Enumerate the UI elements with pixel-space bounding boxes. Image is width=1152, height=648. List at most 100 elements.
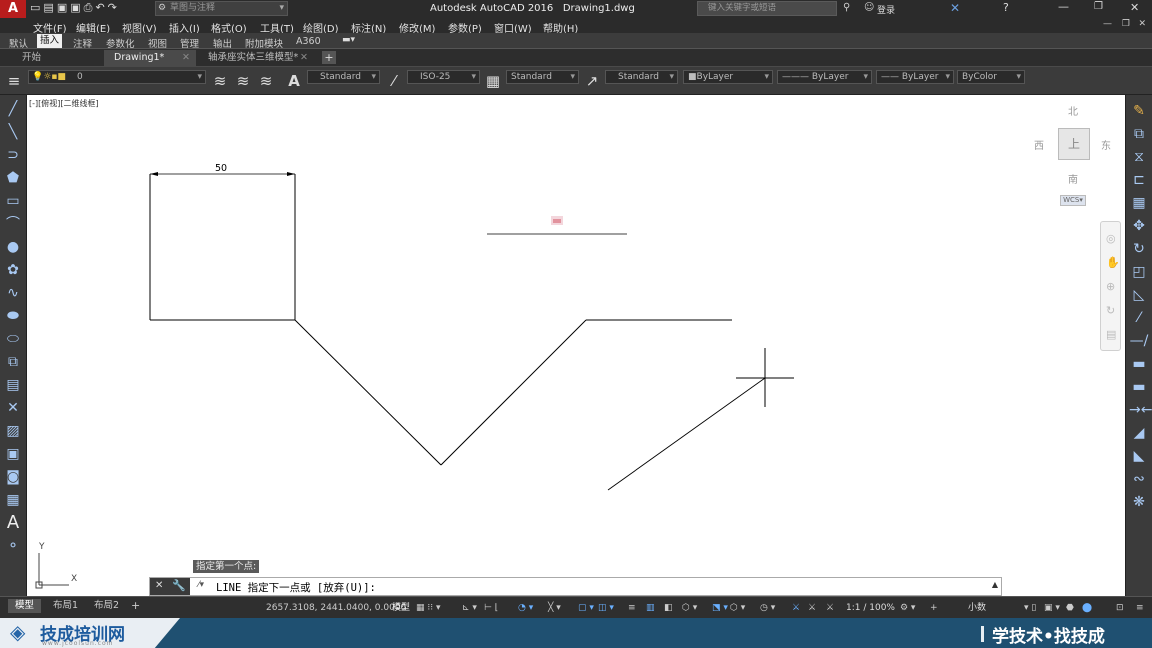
- ribbon-toggle-icon[interactable]: ▬▾: [342, 35, 355, 45]
- trim-icon[interactable]: ⁄: [1129, 308, 1149, 328]
- mleader-style-select[interactable]: Standard: [605, 70, 678, 84]
- drawing-canvas[interactable]: [-][俯视][二维线框] 50 Y X 北 西 东 南 上 WCS▾ ◎ ✋ …: [27, 95, 1125, 596]
- chamfer-icon[interactable]: ◢: [1129, 423, 1149, 443]
- point-icon[interactable]: ✕: [3, 398, 23, 418]
- text-style-select[interactable]: Standard: [307, 70, 380, 84]
- customization-icon[interactable]: ≡: [1136, 600, 1144, 616]
- zoom-extents-icon[interactable]: ⊕: [1106, 280, 1115, 293]
- new-icon[interactable]: ▭: [30, 1, 43, 14]
- saveas-icon[interactable]: ▣: [70, 1, 83, 14]
- linetype-select[interactable]: ——— ByLayer: [777, 70, 872, 84]
- command-line[interactable]: ✕ 🔧 ⁄▾ LINE 指定下一点或 [放弃(U)]: ▲: [149, 577, 1002, 596]
- doc-tab-drawing1[interactable]: Drawing1* ✕: [104, 50, 196, 66]
- offset-icon[interactable]: ⊏: [1129, 170, 1149, 190]
- lineweight-select[interactable]: —— ByLayer: [876, 70, 954, 84]
- coordinates-readout[interactable]: 2657.3108, 2441.0400, 0.0000: [266, 600, 406, 616]
- array-icon[interactable]: ▦: [1129, 193, 1149, 213]
- layer-match-icon[interactable]: ≋: [233, 70, 253, 92]
- help-icon[interactable]: ?: [1003, 1, 1009, 14]
- close-icon[interactable]: ✕: [155, 580, 163, 591]
- text-style-icon[interactable]: A: [284, 70, 304, 92]
- minimize-button[interactable]: —: [1058, 0, 1069, 13]
- construction-line-icon[interactable]: ╲: [3, 122, 23, 142]
- viewcube-south[interactable]: 南: [1068, 171, 1078, 186]
- gradient-icon[interactable]: ▣: [3, 444, 23, 464]
- tab-manage[interactable]: 管理: [180, 36, 199, 50]
- viewcube-east[interactable]: 东: [1101, 137, 1111, 152]
- close-icon[interactable]: ✕: [182, 50, 190, 66]
- join-icon[interactable]: →←: [1129, 400, 1152, 420]
- grid-icon[interactable]: ▦ ⁝⁝ ▾: [416, 600, 440, 616]
- copy-icon[interactable]: ⧉: [1129, 124, 1149, 144]
- customize-icon[interactable]: 🔧: [172, 579, 186, 592]
- isolate-objects-icon[interactable]: ⬣: [1066, 600, 1074, 616]
- tab-addins[interactable]: 附加模块: [245, 36, 283, 50]
- dim-style-icon[interactable]: ⁄: [384, 70, 404, 92]
- circle-icon[interactable]: ●: [3, 237, 23, 257]
- polygon-icon[interactable]: ⬟: [3, 168, 23, 188]
- auto-scale-icon[interactable]: ⚔: [808, 600, 816, 616]
- close-button[interactable]: ✕: [1130, 1, 1139, 14]
- annotation-monitor-icon[interactable]: +: [930, 600, 938, 616]
- clean-screen-icon[interactable]: ⊡: [1116, 600, 1124, 616]
- plotstyle-select[interactable]: ByColor: [957, 70, 1025, 84]
- tab-default[interactable]: 默认: [9, 36, 28, 50]
- annotation-scale-select[interactable]: 1:1 / 100%: [846, 600, 895, 616]
- binoculars-icon[interactable]: ⚲: [843, 2, 850, 13]
- lineweight-icon[interactable]: ≡: [628, 600, 636, 616]
- table-icon[interactable]: ▦: [3, 490, 23, 510]
- mirror-icon[interactable]: ⧖: [1129, 147, 1149, 167]
- layer-tools-icon[interactable]: ≋: [210, 70, 230, 92]
- line-icon[interactable]: ╱: [3, 99, 23, 119]
- erase-icon[interactable]: ✎: [1129, 101, 1149, 121]
- blend-curves-icon[interactable]: ∾: [1129, 469, 1149, 489]
- search-input[interactable]: 键入关键字或短语: [697, 1, 837, 16]
- app-menu-button[interactable]: A: [0, 0, 26, 18]
- annotation-visibility-icon[interactable]: ⚔: [792, 600, 800, 616]
- user-icon[interactable]: ☺: [864, 2, 874, 13]
- steering-wheel-icon[interactable]: ◎: [1106, 232, 1116, 245]
- move-icon[interactable]: ✥: [1129, 216, 1149, 236]
- workspace-switch-icon[interactable]: ⚙ ▾: [900, 600, 915, 616]
- tab-output[interactable]: 输出: [213, 36, 232, 50]
- gizmo-icon[interactable]: ◷ ▾: [760, 600, 775, 616]
- close-doc-button[interactable]: ✕: [1138, 19, 1146, 29]
- scale-icon[interactable]: ◰: [1129, 262, 1149, 282]
- units-select[interactable]: 小数: [968, 600, 986, 616]
- save-icon[interactable]: ▣: [57, 1, 70, 14]
- table-style-icon[interactable]: ▦: [483, 70, 503, 92]
- revision-cloud-icon[interactable]: ✿: [3, 260, 23, 280]
- tab-parametric[interactable]: 参数化: [106, 36, 135, 50]
- showmotion-icon[interactable]: ▤: [1106, 328, 1116, 341]
- command-history-toggle[interactable]: ▲: [992, 580, 998, 589]
- add-selected-icon[interactable]: ⚬: [3, 536, 23, 556]
- orbit-icon[interactable]: ↻: [1106, 304, 1115, 317]
- annotation-scale-icon[interactable]: ⚔: [826, 600, 834, 616]
- workspace-select[interactable]: ⚙ 草图与注释 ▾: [155, 1, 288, 16]
- make-block-icon[interactable]: ▤: [3, 375, 23, 395]
- tab-annotate[interactable]: 注释: [73, 36, 92, 50]
- selection-cycling-icon[interactable]: ◧: [664, 600, 673, 616]
- insert-block-icon[interactable]: ⧉: [3, 352, 23, 372]
- quick-properties-icon[interactable]: ▾ ▯: [1024, 600, 1036, 616]
- tab-view[interactable]: 视图: [148, 36, 167, 50]
- viewcube-top-face[interactable]: 上: [1058, 128, 1090, 160]
- layer-prev-icon[interactable]: ≋: [256, 70, 276, 92]
- pan-icon[interactable]: ✋: [1106, 256, 1120, 269]
- viewcube-west[interactable]: 西: [1034, 137, 1044, 152]
- layout-tab-2[interactable]: 布局2: [88, 599, 125, 613]
- ellipse-arc-icon[interactable]: ⬭: [3, 329, 23, 349]
- polyline-icon[interactable]: ⊃: [3, 145, 23, 165]
- undo-icon[interactable]: ↶: [95, 1, 107, 14]
- recent-commands-icon[interactable]: ⁄▾: [198, 580, 204, 590]
- spline-icon[interactable]: ∿: [3, 283, 23, 303]
- restore-button[interactable]: ❐: [1094, 1, 1103, 12]
- otrack-icon[interactable]: ◫ ▾: [598, 600, 614, 616]
- close-icon[interactable]: ✕: [300, 50, 308, 66]
- stretch-icon[interactable]: ◺: [1129, 285, 1149, 305]
- region-icon[interactable]: ◙: [3, 467, 23, 487]
- layer-select[interactable]: 💡☼▪■ 0: [28, 70, 206, 84]
- exchange-icon[interactable]: ✕: [950, 1, 960, 15]
- wcs-menu[interactable]: WCS▾: [1060, 195, 1086, 206]
- arc-icon[interactable]: ⌒: [3, 214, 23, 234]
